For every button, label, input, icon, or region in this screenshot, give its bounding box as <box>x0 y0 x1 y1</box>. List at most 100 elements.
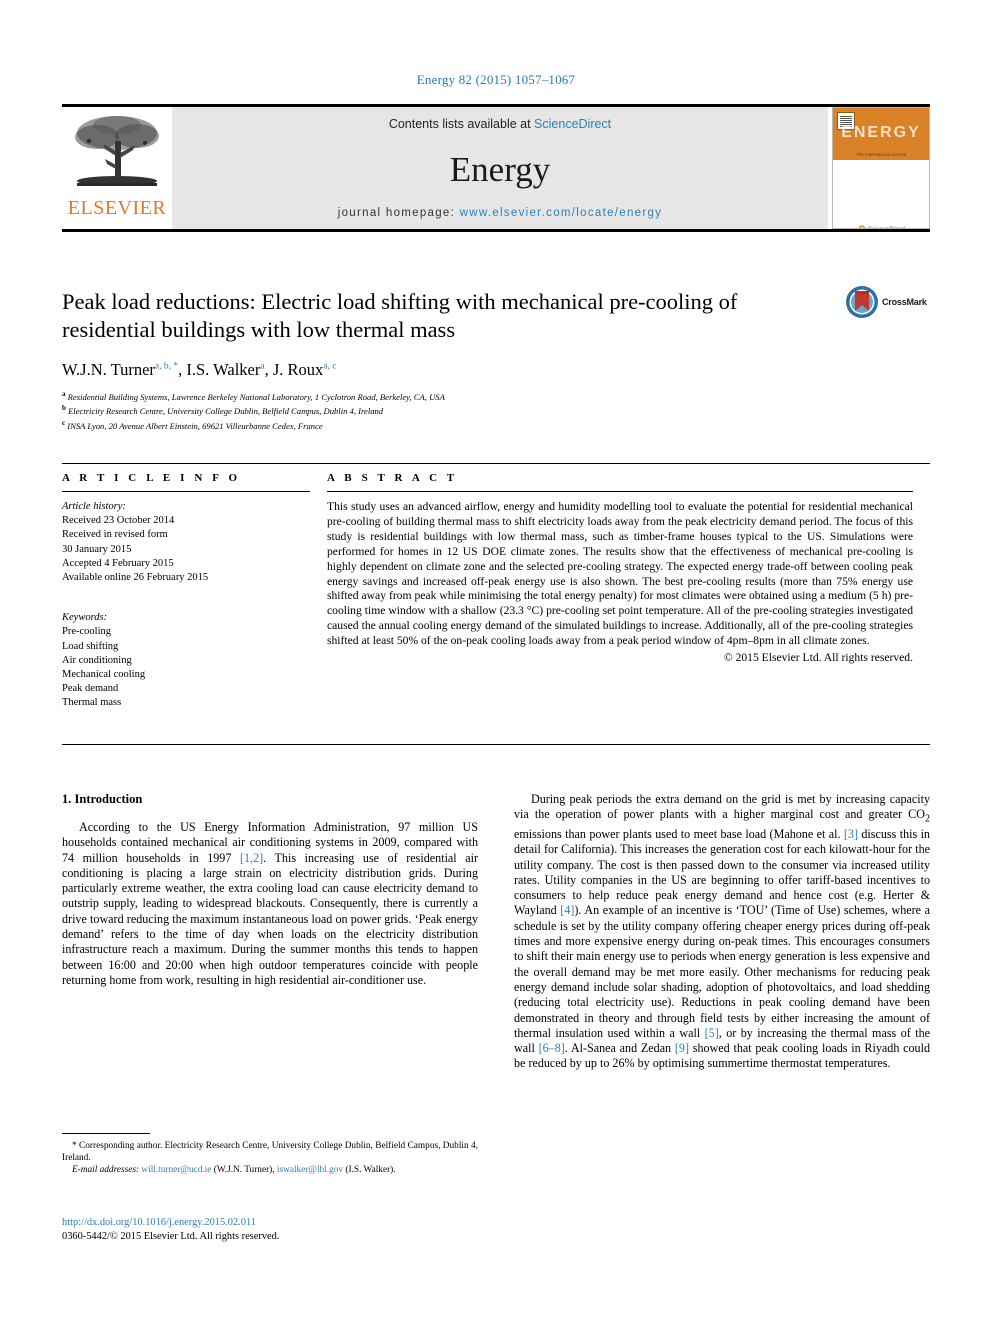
keyword-item: Load shifting <box>62 640 119 652</box>
elsevier-tree-icon <box>75 116 159 186</box>
email-addresses-note: E-mail addresses: will.turner@ucd.ie (W.… <box>62 1164 478 1176</box>
citation-link-1-2[interactable]: [1,2] <box>240 851 263 865</box>
author-name: J. Roux <box>272 360 324 379</box>
journal-homepage-line: journal homepage: www.elsevier.com/locat… <box>338 207 663 219</box>
citation-link-3[interactable]: [3] <box>844 827 858 841</box>
info-bottom-rule <box>62 744 930 745</box>
keyword-item: Peak demand <box>62 683 119 695</box>
doi-link[interactable]: http://dx.doi.org/10.1016/j.energy.2015.… <box>62 1216 562 1230</box>
email-owner-1: (W.J.N. Turner), <box>211 1165 277 1176</box>
citation-link-6-8[interactable]: [6–8] <box>539 1041 565 1055</box>
paragraph-intro-1: According to the US Energy Information A… <box>62 820 478 988</box>
crossmark-icon <box>846 286 878 318</box>
article-title: Peak load reductions: Electric load shif… <box>62 289 738 342</box>
history-item: Accepted 4 February 2015 <box>62 557 174 569</box>
author-name: I.S. Walker <box>186 360 261 379</box>
affiliation-text: INSA Lyon, 20 Avenue Albert Einstein, 69… <box>67 420 323 431</box>
keywords-block: Keywords: Pre-cooling Load shifting Air … <box>62 611 327 710</box>
abstract-heading: A B S T R A C T <box>327 472 458 484</box>
abstract-column: A B S T R A C T This study uses an advan… <box>327 472 930 711</box>
paragraph-text: ). An example of an incentive is ‘TOU’ (… <box>514 903 930 1040</box>
paragraph-text: . This increasing use of residential air… <box>62 850 478 987</box>
journal-cover-thumbnail: ENERGY The International Journal Science… <box>832 107 930 229</box>
section-heading-introduction: 1. Introduction <box>62 792 143 806</box>
crossmark-label: CrossMark <box>882 297 927 307</box>
body-column-right: During peak periods the extra demand on … <box>514 792 930 1072</box>
homepage-url[interactable]: www.elsevier.com/locate/energy <box>460 207 663 219</box>
keywords-label: Keywords: <box>62 612 108 624</box>
body-columns: 1. Introduction According to the US Ener… <box>62 792 930 1072</box>
paragraph-text: . Al-Sanea and Zedan <box>564 1041 675 1056</box>
paragraph-text: emissions than power plants used to meet… <box>514 827 844 841</box>
affiliation-text: Electricity Research Centre, University … <box>68 406 384 417</box>
abstract-text: This study uses an advanced airflow, ene… <box>327 500 913 648</box>
homepage-prefix: journal homepage: <box>337 207 460 219</box>
author-marks: a, b, * <box>154 361 179 372</box>
body-column-left: 1. Introduction According to the US Ener… <box>62 792 478 1072</box>
contents-available-line: Contents lists available at ScienceDirec… <box>389 117 611 131</box>
issn-copyright-line: 0360-5442/© 2015 Elsevier Ltd. All right… <box>62 1230 280 1242</box>
affiliation-text: Residential Building Systems, Lawrence B… <box>67 391 445 402</box>
citation-link-9[interactable]: [9] <box>675 1041 689 1055</box>
email-owner-2: (I.S. Walker). <box>343 1165 396 1176</box>
contents-prefix: Contents lists available at <box>388 117 535 131</box>
cover-subtitle: The International Journal <box>856 152 906 157</box>
email-label: E-mail addresses: <box>72 1165 140 1176</box>
cover-header-band: ENERGY The International Journal <box>833 108 929 160</box>
affiliation-item: c INSA Lyon, 20 Avenue Albert Einstein, … <box>62 418 762 432</box>
affiliation-mark: a <box>62 390 66 398</box>
corresponding-author-note: * Corresponding author. Electricity Rese… <box>62 1141 478 1164</box>
masthead-bottom-rule <box>62 229 930 232</box>
sciencedirect-logo-icon: ScienceDirect <box>858 225 905 229</box>
author-marks: a, c <box>323 361 337 372</box>
paragraph-text: During peak periods the extra demand on … <box>514 792 930 822</box>
footnote-rule <box>62 1133 150 1134</box>
history-item: Received in revised form <box>62 529 168 541</box>
journal-title: Energy <box>449 149 551 189</box>
article-first-page: Energy 82 (2015) 1057–1067 ELSEVIER Cont… <box>0 0 992 1323</box>
abstract-rule <box>327 491 913 492</box>
history-item: Available online 26 February 2015 <box>62 572 209 584</box>
keyword-item: Pre-cooling <box>62 626 111 638</box>
keyword-item: Mechanical cooling <box>62 669 146 681</box>
article-info-column: A R T I C L E I N F O Article history: R… <box>62 472 327 711</box>
affiliation-list: a Residential Building Systems, Lawrence… <box>62 389 762 432</box>
article-info-rule <box>62 491 310 492</box>
history-item: 30 January 2015 <box>62 543 132 555</box>
abstract-copyright: © 2015 Elsevier Ltd. All rights reserved… <box>723 651 913 665</box>
history-item: Received 23 October 2014 <box>62 515 175 527</box>
elsevier-logo: ELSEVIER <box>62 107 172 229</box>
article-info-heading: A R T I C L E I N F O <box>62 472 241 484</box>
elsevier-wordmark: ELSEVIER <box>67 197 167 219</box>
citation-link-4[interactable]: [4] <box>560 903 574 917</box>
cover-journal-title: ENERGY <box>841 124 921 141</box>
info-abstract-row: A R T I C L E I N F O Article history: R… <box>62 472 930 711</box>
masthead-center: Contents lists available at ScienceDirec… <box>172 107 828 229</box>
affiliation-mark: c <box>62 418 66 427</box>
keyword-item: Air conditioning <box>62 654 132 666</box>
affiliation-mark: b <box>62 404 66 413</box>
keyword-item: Thermal mass <box>62 697 122 709</box>
affiliation-item: a Residential Building Systems, Lawrence… <box>62 389 762 403</box>
title-block: Peak load reductions: Electric load shif… <box>62 288 762 432</box>
citation-link-5[interactable]: [5] <box>705 1026 719 1040</box>
author-marks: a <box>260 361 265 372</box>
footnote-block: * Corresponding author. Electricity Rese… <box>62 1140 478 1176</box>
email-link-walker[interactable]: iswalker@lbl.gov <box>277 1165 343 1175</box>
affiliation-item: b Electricity Research Centre, Universit… <box>62 403 762 417</box>
sciencedirect-link[interactable]: ScienceDirect <box>534 117 611 131</box>
journal-masthead: ELSEVIER Contents lists available at Sci… <box>62 104 930 232</box>
author-name: W.J.N. Turner <box>62 360 155 379</box>
email-link-turner[interactable]: will.turner@ucd.ie <box>141 1165 211 1175</box>
article-history-label: Article history: <box>62 501 126 512</box>
author-list: W.J.N. Turnera, b, *, I.S. Walkera, J. R… <box>62 360 337 379</box>
svg-text:ScienceDirect: ScienceDirect <box>868 227 905 229</box>
info-top-rule <box>62 463 930 464</box>
subscript-co2: 2 <box>924 813 930 825</box>
doi-footer: http://dx.doi.org/10.1016/j.energy.2015.… <box>62 1216 562 1243</box>
running-head: Energy 82 (2015) 1057–1067 <box>416 72 576 87</box>
cover-body <box>833 160 929 220</box>
crossmark-badge[interactable]: CrossMark <box>845 285 941 319</box>
cover-footer: ScienceDirect <box>833 220 929 229</box>
paragraph-intro-2: During peak periods the extra demand on … <box>514 792 930 1072</box>
